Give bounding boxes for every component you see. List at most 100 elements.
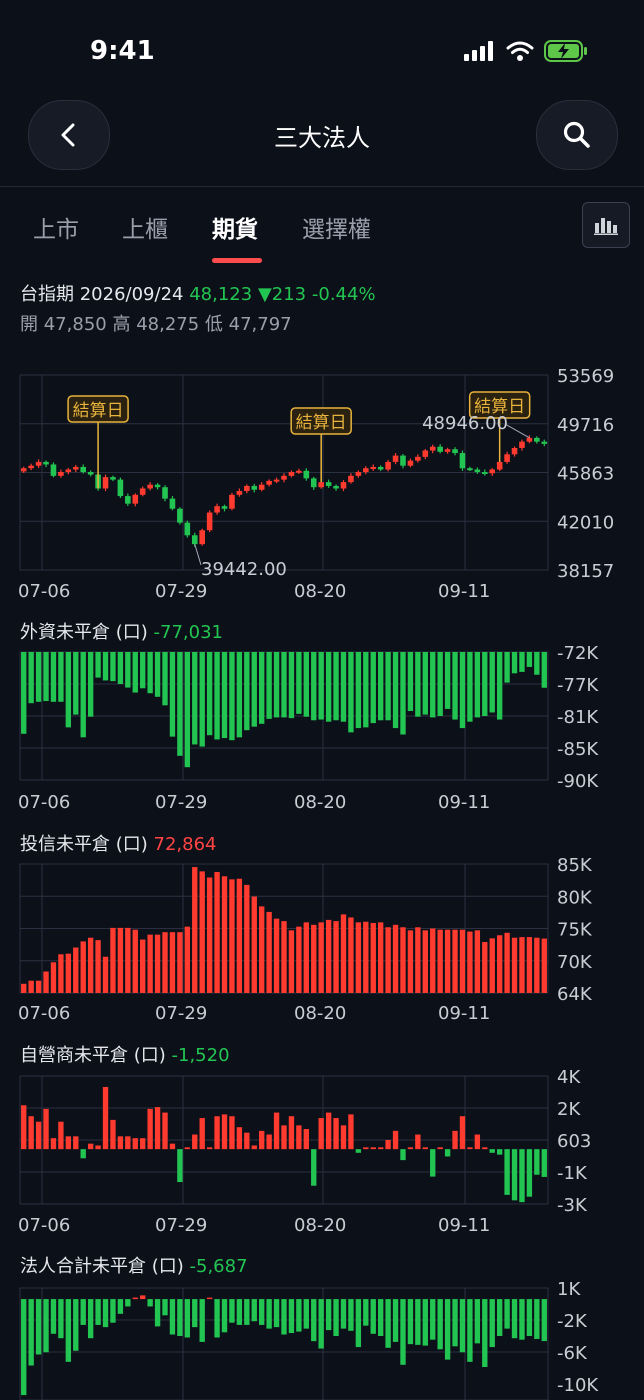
total-bar	[140, 1295, 146, 1300]
candle-body	[377, 466, 384, 470]
trust-bar	[385, 927, 391, 993]
dealer-bar	[35, 1121, 42, 1150]
foreign-bar	[177, 652, 183, 756]
foreign-bar	[169, 652, 176, 737]
quote-summary: 台指期 2026/09/24 48,123 ▼213 -0.44% 開 47,8…	[20, 280, 376, 340]
trust-bar	[125, 927, 131, 993]
search-button[interactable]	[536, 100, 618, 170]
foreign-bar	[58, 652, 64, 702]
trust-bar	[534, 937, 540, 993]
foreign-bar	[281, 652, 287, 718]
foreign-x-tick: 07-29	[155, 792, 207, 813]
foreign-bar	[385, 652, 391, 721]
quote-row-ohl: 開 47,850 高 48,275 低 47,797	[20, 310, 376, 340]
trust-bar	[452, 929, 458, 993]
trust-bar	[21, 983, 27, 993]
trust-bar	[162, 932, 168, 993]
total-bar	[273, 1299, 280, 1328]
tab-otc[interactable]: 上櫃	[122, 210, 168, 244]
candle-body	[184, 522, 191, 536]
foreign-bar	[117, 652, 124, 684]
total-bar	[519, 1299, 525, 1340]
foreign-bar	[214, 652, 220, 740]
trust-panel-title: 投信未平倉 (口) 72,864	[20, 830, 217, 856]
foreign-bar	[296, 652, 302, 714]
total-bar	[125, 1299, 131, 1307]
total-bar	[266, 1299, 272, 1329]
total-bar	[177, 1299, 183, 1336]
trust-bar	[348, 917, 354, 993]
dealer-bar	[415, 1134, 421, 1150]
candle-body	[511, 447, 518, 455]
dealer-bar	[422, 1147, 428, 1150]
total-y-tick: 1K	[557, 1279, 581, 1300]
dealer-bar	[236, 1127, 243, 1150]
tab-futures[interactable]: 期貨	[212, 210, 258, 244]
trust-bar	[199, 871, 205, 993]
settlement-label: 結算日	[296, 413, 347, 433]
dealer-y-tick: 4K	[557, 1067, 581, 1088]
trust-bar	[184, 926, 191, 993]
candle-body	[340, 482, 347, 489]
foreign-bar	[147, 652, 153, 694]
total-bar	[541, 1299, 547, 1342]
foreign-y-tick: -90K	[557, 771, 599, 792]
candle-body	[258, 484, 265, 490]
foreign-bar	[534, 652, 540, 675]
trust-bar	[392, 924, 399, 993]
trust-bar	[110, 927, 116, 993]
total-bar	[132, 1297, 138, 1300]
candle-body	[87, 472, 94, 475]
dealer-bar	[288, 1116, 295, 1150]
chart-view-button[interactable]	[582, 202, 630, 248]
trust-x-tick: 08-20	[294, 1003, 346, 1024]
dealer-bar	[221, 1114, 228, 1150]
dealer-bar	[363, 1147, 369, 1150]
dealer-bar	[87, 1143, 94, 1150]
trust-bar	[325, 919, 332, 993]
foreign-bar	[496, 652, 503, 720]
trust-bar	[221, 876, 228, 993]
dealer-bar	[169, 1143, 176, 1150]
total-bar	[169, 1299, 176, 1335]
foreign-bar	[444, 652, 451, 709]
trust-bar	[206, 877, 213, 993]
foreign-bar	[28, 652, 34, 704]
candle-body	[139, 488, 146, 495]
foreign-bar	[459, 652, 466, 729]
dealer-bar	[496, 1149, 503, 1155]
total-bar	[58, 1299, 64, 1339]
candle-body	[534, 437, 540, 442]
status-time: 9:41	[90, 36, 155, 66]
trust-bar	[318, 922, 324, 993]
dealer-bar	[132, 1138, 138, 1150]
dealer-bar	[296, 1125, 302, 1150]
dealer-bar	[452, 1130, 458, 1150]
candle-body	[154, 484, 161, 488]
total-y-tick: -2K	[557, 1311, 588, 1332]
tab-listed[interactable]: 上市	[33, 210, 79, 244]
candle-body	[318, 482, 324, 488]
candle-body	[117, 479, 124, 497]
dealer-bar	[526, 1149, 533, 1197]
trust-bar	[214, 871, 220, 993]
dealer-bar	[504, 1149, 510, 1195]
price-x-tick: 07-29	[155, 581, 207, 602]
candle-body	[162, 487, 168, 499]
tab-options[interactable]: 選擇權	[302, 210, 371, 244]
settlement-badge	[67, 395, 129, 423]
trust-bar	[281, 921, 287, 993]
dealer-y-tick: -3K	[557, 1195, 588, 1216]
dealer-y-tick: 2K	[557, 1099, 581, 1120]
dealer-bar	[333, 1118, 339, 1150]
trust-bar	[504, 932, 510, 993]
dealer-bar	[325, 1112, 332, 1150]
dealer-bar	[459, 1116, 466, 1150]
total-bar	[363, 1299, 369, 1326]
foreign-bar	[377, 652, 384, 721]
dealer-bar	[154, 1107, 161, 1150]
dealer-bar	[281, 1125, 287, 1150]
trust-bar	[28, 980, 34, 993]
trust-bar	[459, 929, 466, 993]
trust-bar	[296, 926, 302, 993]
